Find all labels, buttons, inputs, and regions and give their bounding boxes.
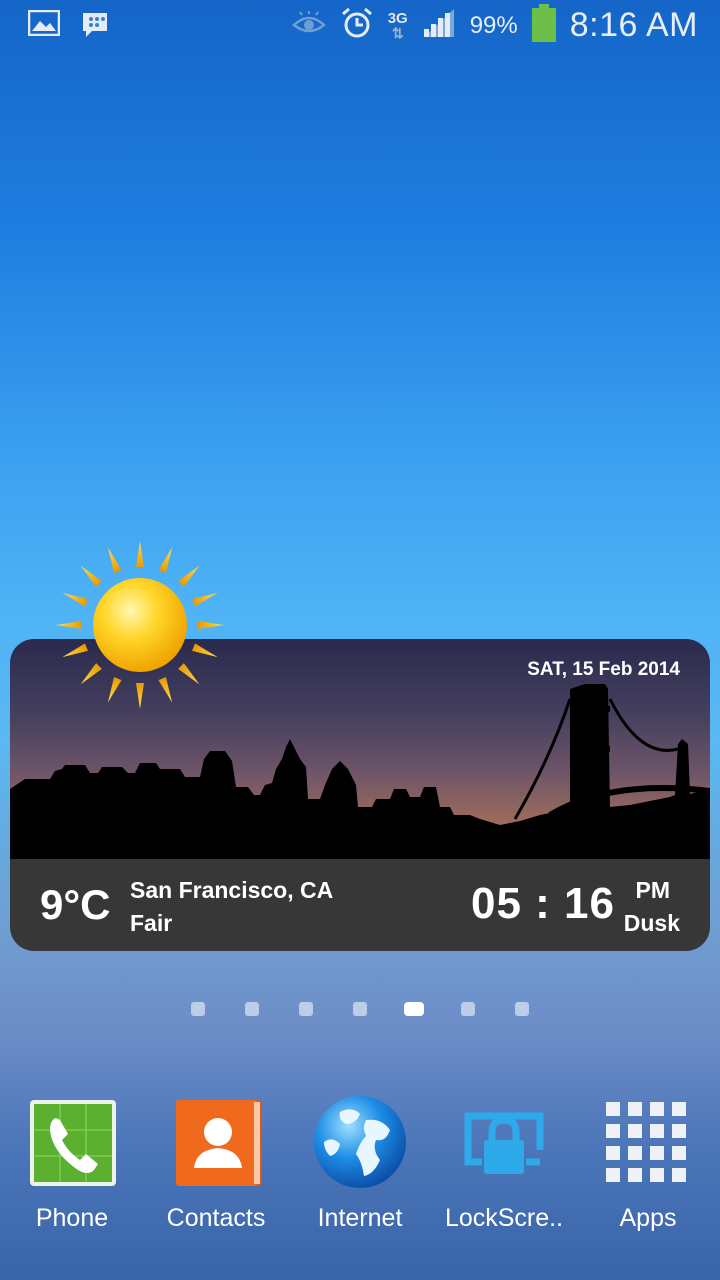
sun-icon <box>50 535 230 720</box>
dock-app-contacts[interactable]: Contacts <box>144 1090 288 1233</box>
page-dot-2[interactable] <box>245 1002 259 1016</box>
apps-grid-icon <box>598 1090 698 1190</box>
status-bar[interactable]: 3G ⇅ 99% 8:16 AM <box>0 0 720 50</box>
page-dot-4[interactable] <box>353 1002 367 1016</box>
phone-label: Phone <box>35 1204 109 1232</box>
bbm-icon <box>80 10 110 45</box>
day-period-label: Dusk <box>623 910 680 936</box>
widget-ampm: PM <box>635 877 671 903</box>
widget-date: SAT, 15 Feb 2014 <box>527 659 680 680</box>
apps-label: Apps <box>619 1204 677 1232</box>
phone-icon <box>22 1090 122 1190</box>
status-clock: 8:16 AM <box>569 6 698 44</box>
lockscreen-label: LockScre.. <box>444 1204 564 1232</box>
page-dot-3[interactable] <box>299 1002 313 1016</box>
app-dock: Phone Contacts Internet LockScre.. Apps <box>0 1090 720 1250</box>
page-dot-6[interactable] <box>461 1002 475 1016</box>
battery-icon <box>531 4 556 47</box>
gallery-icon <box>27 9 61 45</box>
dock-app-apps[interactable]: Apps <box>576 1090 720 1233</box>
page-indicator[interactable] <box>0 1000 720 1020</box>
dock-app-lockscreen[interactable]: LockScre.. <box>432 1090 576 1233</box>
page-dot-5-active[interactable] <box>404 1002 424 1016</box>
globe-icon <box>310 1090 410 1190</box>
eye-icon <box>291 11 326 40</box>
widget-info-bar: 9°C San Francisco, CA Fair 05 : 16 PM Du… <box>10 859 710 951</box>
page-dot-1[interactable] <box>191 1002 205 1016</box>
weather-condition: Fair <box>130 910 173 936</box>
battery-percent: 99% <box>469 11 518 39</box>
widget-time: 05 : 16 <box>471 879 615 928</box>
lock-icon <box>454 1090 554 1190</box>
network-type-label: 3G <box>387 9 408 27</box>
dock-app-internet[interactable]: Internet <box>288 1090 432 1233</box>
internet-label: Internet <box>317 1204 403 1232</box>
alarm-icon <box>340 6 374 45</box>
contacts-label: Contacts <box>166 1204 266 1232</box>
location-label: San Francisco, CA <box>130 877 334 903</box>
signal-icon <box>422 7 456 44</box>
network-3g-icon: 3G ⇅ <box>387 9 408 41</box>
temperature: 9°C <box>40 881 111 928</box>
page-dot-7[interactable] <box>515 1002 529 1016</box>
dock-app-phone[interactable]: Phone <box>0 1090 144 1233</box>
contacts-icon <box>166 1090 266 1190</box>
